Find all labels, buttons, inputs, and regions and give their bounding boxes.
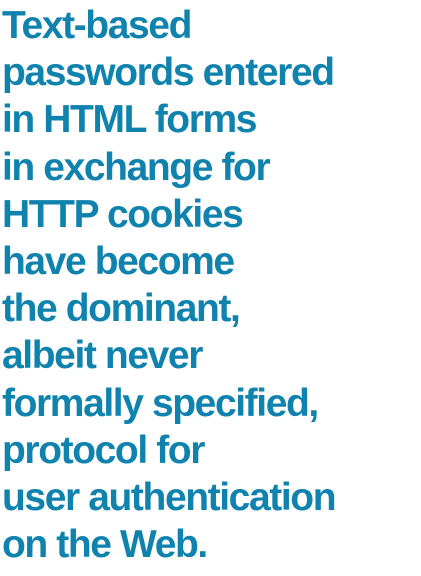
pull-quote: Text-based passwords entered in HTML for…: [2, 2, 421, 568]
pull-quote-line-1: Text-based: [2, 4, 192, 47]
pull-quote-line-12: on the Web.: [2, 523, 208, 567]
pull-quote-line-10: protocol for: [2, 428, 205, 472]
pull-quote-line-8: albeit never: [2, 334, 203, 378]
pull-quote-line-9: formally specified,: [2, 381, 319, 425]
pull-quote-line-2: passwords entered: [2, 51, 335, 95]
pull-quote-line-4: in exchange for: [2, 145, 271, 189]
pull-quote-line-6: have become: [2, 240, 235, 284]
pull-quote-line-11: user authentication: [2, 476, 337, 520]
pull-quote-line-3: in HTML forms: [2, 98, 257, 142]
pull-quote-line-7: the dominant,: [2, 287, 241, 331]
pull-quote-line-5: HTTP cookies: [2, 192, 244, 236]
